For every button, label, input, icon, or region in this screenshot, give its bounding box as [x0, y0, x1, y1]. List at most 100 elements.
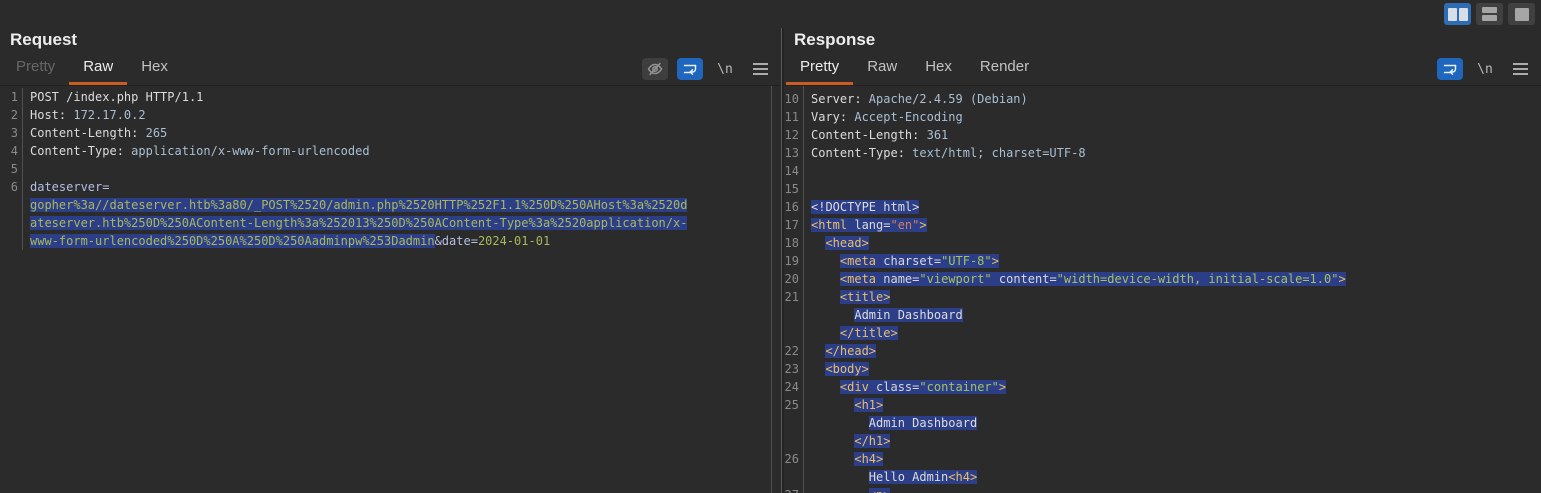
code-text: <title>	[804, 288, 890, 306]
newline-icon[interactable]: \n	[712, 58, 738, 80]
code-line[interactable]: 6dateserver=	[0, 178, 771, 196]
code-line[interactable]: 27 <p>	[784, 486, 1541, 493]
line-number	[784, 306, 804, 324]
code-line[interactable]: 12Content-Length: 361	[784, 126, 1541, 144]
code-line[interactable]: 4Content-Type: application/x-www-form-ur…	[0, 142, 771, 160]
single-layout-button[interactable]	[1508, 3, 1535, 25]
tab-render[interactable]: Render	[966, 52, 1043, 85]
code-line[interactable]: 5	[0, 160, 771, 178]
line-number: 26	[784, 450, 804, 468]
code-line[interactable]: Admin Dashboard	[784, 306, 1541, 324]
pane-shape	[1482, 15, 1497, 21]
stacked-layout-button[interactable]	[1476, 3, 1503, 25]
line-number: 16	[784, 198, 804, 216]
code-line[interactable]: 25 <h1>	[784, 396, 1541, 414]
line-number: 11	[784, 108, 804, 126]
code-line[interactable]: 23 <body>	[784, 360, 1541, 378]
line-number: 10	[784, 90, 804, 108]
code-text: <meta charset="UTF-8">	[804, 252, 999, 270]
pane-shape	[1482, 7, 1497, 13]
code-line[interactable]: 19 <meta charset="UTF-8">	[784, 252, 1541, 270]
tab-hex[interactable]: Hex	[127, 52, 182, 85]
word-wrap-icon[interactable]	[1437, 58, 1463, 80]
tab-raw[interactable]: Raw	[853, 52, 911, 85]
code-line[interactable]: ateserver.htb%250D%250AContent-Length%3a…	[0, 214, 771, 232]
panes: Request PrettyRawHex \n 1POST /index.php…	[0, 28, 1541, 493]
line-number: 18	[784, 234, 804, 252]
code-line[interactable]: 17<html lang="en">	[784, 216, 1541, 234]
code-line[interactable]: 15	[784, 180, 1541, 198]
code-text: Content-Length: 361	[804, 126, 948, 144]
response-editor[interactable]: 910Server: Apache/2.4.59 (Debian)11Vary:…	[784, 86, 1541, 493]
menu-icon[interactable]	[1507, 58, 1533, 80]
word-wrap-icon[interactable]	[677, 58, 703, 80]
response-panel: Response PrettyRawHexRender \n 910Server…	[784, 28, 1541, 493]
line-number: 1	[0, 88, 23, 106]
code-line[interactable]: 18 <head>	[784, 234, 1541, 252]
request-panel-title: Request	[0, 28, 781, 54]
code-line[interactable]: </h1>	[784, 432, 1541, 450]
code-text: Hello Admin<h4>	[804, 468, 977, 486]
line-number: 4	[0, 142, 23, 160]
code-line[interactable]: </title>	[784, 324, 1541, 342]
code-line[interactable]: 16<!DOCTYPE html>	[784, 198, 1541, 216]
code-text: <!DOCTYPE html>	[804, 198, 919, 216]
pane-shape	[1515, 8, 1529, 21]
burp-message-viewer: Request PrettyRawHex \n 1POST /index.php…	[0, 0, 1541, 493]
columns-layout-button[interactable]	[1444, 3, 1471, 25]
newline-icon[interactable]: \n	[1472, 58, 1498, 80]
request-panel: Request PrettyRawHex \n 1POST /index.php…	[0, 28, 781, 493]
menu-icon[interactable]	[747, 58, 773, 80]
code-text: Vary: Accept-Encoding	[804, 108, 963, 126]
code-text: <html lang="en">	[804, 216, 927, 234]
code-line[interactable]: 13Content-Type: text/html; charset=UTF-8	[784, 144, 1541, 162]
line-number	[0, 232, 23, 250]
line-number: 3	[0, 124, 23, 142]
code-text	[23, 160, 30, 178]
line-number: 12	[784, 126, 804, 144]
tab-hex[interactable]: Hex	[911, 52, 966, 85]
pane-shape	[1459, 8, 1468, 21]
code-text: Content-Length: 265	[23, 124, 167, 142]
request-tabrow: PrettyRawHex \n	[0, 54, 781, 86]
code-text: Host: 172.17.0.2	[23, 106, 146, 124]
code-line[interactable]: www-form-urlencoded%250D%250A%250D%250Aa…	[0, 232, 771, 250]
line-number: 25	[784, 396, 804, 414]
tab-pretty[interactable]: Pretty	[786, 52, 853, 85]
line-number: 20	[784, 270, 804, 288]
code-text: gopher%3a//dateserver.htb%3a80/_POST%252…	[23, 196, 687, 214]
code-line[interactable]: 21 <title>	[784, 288, 1541, 306]
code-line[interactable]: 10Server: Apache/2.4.59 (Debian)	[784, 90, 1541, 108]
code-line[interactable]: gopher%3a//dateserver.htb%3a80/_POST%252…	[0, 196, 771, 214]
code-text: POST /index.php HTTP/1.1	[23, 88, 203, 106]
response-panel-title: Response	[784, 28, 1541, 54]
request-editor-lines: 1POST /index.php HTTP/1.12Host: 172.17.0…	[0, 86, 771, 250]
code-text: Server: Apache/2.4.59 (Debian)	[804, 90, 1028, 108]
code-line[interactable]: 1POST /index.php HTTP/1.1	[0, 88, 771, 106]
request-tabs: PrettyRawHex	[2, 52, 182, 85]
hide-highlights-icon[interactable]	[642, 58, 668, 80]
code-line[interactable]: 2Host: 172.17.0.2	[0, 106, 771, 124]
line-number: 21	[784, 288, 804, 306]
code-line[interactable]: 26 <h4>	[784, 450, 1541, 468]
code-line[interactable]: 24 <div class="container">	[784, 378, 1541, 396]
layout-toolbar	[0, 0, 1541, 28]
line-number	[784, 432, 804, 450]
code-line[interactable]: 20 <meta name="viewport" content="width=…	[784, 270, 1541, 288]
code-line[interactable]: 14	[784, 162, 1541, 180]
code-text: dateserver=	[23, 178, 109, 196]
line-number: 22	[784, 342, 804, 360]
code-line[interactable]: 3Content-Length: 265	[0, 124, 771, 142]
line-number	[784, 324, 804, 342]
code-line[interactable]: Admin Dashboard	[784, 414, 1541, 432]
code-line[interactable]: Hello Admin<h4>	[784, 468, 1541, 486]
code-text: ateserver.htb%250D%250AContent-Length%3a…	[23, 214, 687, 232]
code-line[interactable]: 11Vary: Accept-Encoding	[784, 108, 1541, 126]
line-number: 14	[784, 162, 804, 180]
tab-pretty[interactable]: Pretty	[2, 52, 69, 85]
code-line[interactable]: 22 </head>	[784, 342, 1541, 360]
request-editor[interactable]: 1POST /index.php HTTP/1.12Host: 172.17.0…	[0, 86, 772, 493]
code-text: <head>	[804, 234, 869, 252]
code-text: <h4>	[804, 450, 883, 468]
tab-raw[interactable]: Raw	[69, 52, 127, 85]
